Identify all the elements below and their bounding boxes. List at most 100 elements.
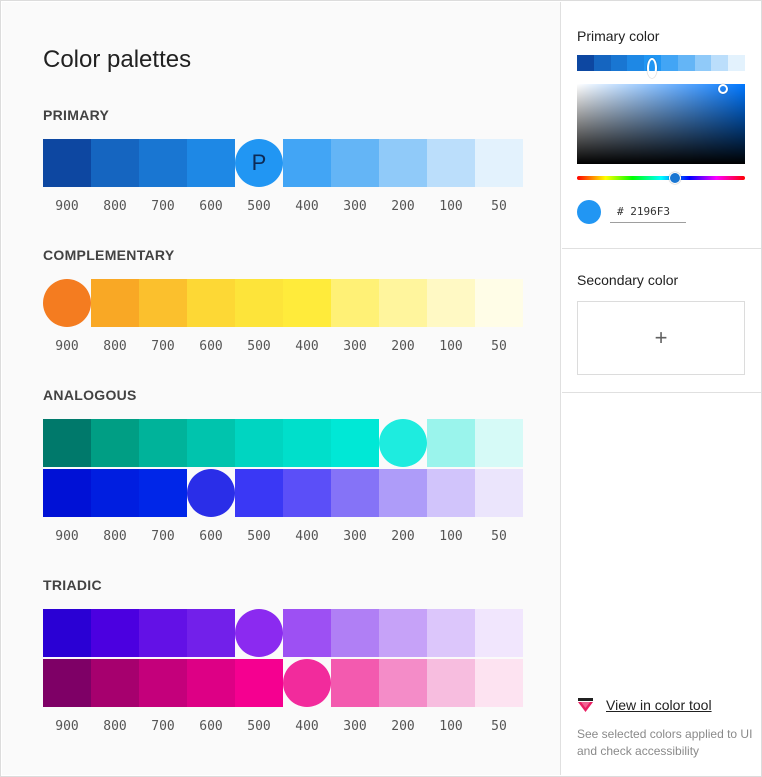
weight-label: 900: [55, 199, 79, 214]
color-swatch-400[interactable]: [283, 469, 331, 517]
shade-strip-cell[interactable]: [694, 55, 712, 71]
color-swatch-100[interactable]: [427, 469, 475, 517]
color-swatch-600[interactable]: [187, 419, 235, 467]
color-swatch-200[interactable]: [379, 469, 427, 517]
weight-label: 900: [55, 339, 79, 354]
add-secondary-color-button[interactable]: +: [577, 301, 745, 375]
color-swatch-100[interactable]: [427, 139, 475, 187]
color-swatch-900[interactable]: [43, 469, 91, 517]
color-swatch-800[interactable]: [91, 279, 139, 327]
color-swatch-300[interactable]: [331, 279, 379, 327]
selected-swatch-marker[interactable]: [187, 469, 235, 517]
palette-row[interactable]: [43, 469, 523, 517]
primary-shade-strip[interactable]: [577, 55, 745, 78]
palette-row[interactable]: [43, 659, 523, 707]
color-swatch-700[interactable]: [139, 609, 187, 657]
shade-strip-cell[interactable]: [627, 55, 645, 71]
color-swatch-500[interactable]: [235, 419, 283, 467]
divider: [562, 248, 761, 249]
color-swatch-100[interactable]: [427, 279, 475, 327]
weight-label: 700: [151, 529, 175, 544]
color-swatch-200[interactable]: [379, 139, 427, 187]
color-swatch-100[interactable]: [427, 419, 475, 467]
color-swatch-800[interactable]: [91, 609, 139, 657]
color-swatch-500[interactable]: [235, 609, 283, 657]
selected-swatch-marker[interactable]: P: [235, 139, 283, 187]
color-swatch-200[interactable]: [379, 419, 427, 467]
color-swatch-50[interactable]: [475, 659, 523, 707]
color-swatch-100[interactable]: [427, 659, 475, 707]
color-swatch-900[interactable]: [43, 139, 91, 187]
picker-handle[interactable]: [718, 84, 728, 94]
color-swatch-200[interactable]: [379, 609, 427, 657]
shade-strip-cell[interactable]: [711, 55, 729, 71]
shade-strip-cell[interactable]: [677, 55, 695, 71]
saturation-value-picker[interactable]: [577, 84, 745, 164]
color-swatch-50[interactable]: [475, 609, 523, 657]
color-swatch-400[interactable]: [283, 139, 331, 187]
shade-strip-cell[interactable]: [644, 55, 661, 78]
color-swatch-800[interactable]: [91, 659, 139, 707]
color-swatch-900[interactable]: [43, 279, 91, 327]
shade-strip-cell[interactable]: [577, 55, 594, 71]
color-swatch-700[interactable]: [139, 659, 187, 707]
view-in-color-tool-link[interactable]: View in color tool: [577, 697, 712, 713]
color-swatch-50[interactable]: [475, 139, 523, 187]
section-label-primary: PRIMARY: [43, 107, 110, 123]
color-swatch-600[interactable]: [187, 659, 235, 707]
color-swatch-500[interactable]: [235, 469, 283, 517]
hue-slider-thumb[interactable]: [669, 172, 681, 184]
color-swatch-800[interactable]: [91, 139, 139, 187]
palette-row[interactable]: [43, 609, 523, 657]
color-swatch-50[interactable]: [475, 419, 523, 467]
hue-slider[interactable]: [577, 172, 745, 184]
color-swatch-200[interactable]: [379, 279, 427, 327]
color-swatch-50[interactable]: [475, 279, 523, 327]
color-swatch-800[interactable]: [91, 469, 139, 517]
color-swatch-200[interactable]: [379, 659, 427, 707]
shade-strip-cell[interactable]: [610, 55, 628, 71]
weight-label: 500: [247, 199, 271, 214]
color-swatch-600[interactable]: [187, 139, 235, 187]
color-swatch-500[interactable]: [235, 279, 283, 327]
selected-swatch-marker[interactable]: [283, 659, 331, 707]
color-swatch-700[interactable]: [139, 139, 187, 187]
selected-swatch-marker[interactable]: [235, 609, 283, 657]
color-swatch-700[interactable]: [139, 469, 187, 517]
hex-input[interactable]: [610, 201, 686, 223]
color-swatch-100[interactable]: [427, 609, 475, 657]
color-swatch-600[interactable]: [187, 609, 235, 657]
color-swatch-500[interactable]: [235, 659, 283, 707]
color-swatch-400[interactable]: [283, 419, 331, 467]
color-swatch-600[interactable]: [187, 279, 235, 327]
color-swatch-300[interactable]: [331, 419, 379, 467]
color-swatch-300[interactable]: [331, 469, 379, 517]
shade-strip-cell[interactable]: [593, 55, 611, 71]
selected-swatch-marker[interactable]: [43, 279, 91, 327]
palette-row[interactable]: P: [43, 139, 523, 187]
color-swatch-300[interactable]: [331, 609, 379, 657]
color-swatch-400[interactable]: [283, 659, 331, 707]
palette-row[interactable]: [43, 279, 523, 327]
shade-strip-cell[interactable]: [660, 55, 678, 71]
color-swatch-700[interactable]: [139, 279, 187, 327]
weight-label: 50: [491, 529, 507, 544]
color-swatch-700[interactable]: [139, 419, 187, 467]
color-swatch-300[interactable]: [331, 659, 379, 707]
color-swatch-400[interactable]: [283, 279, 331, 327]
palette-row[interactable]: [43, 419, 523, 467]
color-swatch-600[interactable]: [187, 469, 235, 517]
color-swatch-800[interactable]: [91, 419, 139, 467]
weight-label: 400: [295, 199, 319, 214]
color-swatch-900[interactable]: [43, 419, 91, 467]
color-swatch-50[interactable]: [475, 469, 523, 517]
color-swatch-300[interactable]: [331, 139, 379, 187]
color-tool-description: See selected colors applied to UI and ch…: [577, 727, 753, 758]
color-swatch-400[interactable]: [283, 609, 331, 657]
color-swatch-900[interactable]: [43, 609, 91, 657]
color-swatch-900[interactable]: [43, 659, 91, 707]
selected-swatch-marker[interactable]: [379, 419, 427, 467]
shade-strip-cell[interactable]: [728, 55, 745, 71]
color-swatch-500[interactable]: P: [235, 139, 283, 187]
weight-label: 700: [151, 719, 175, 734]
